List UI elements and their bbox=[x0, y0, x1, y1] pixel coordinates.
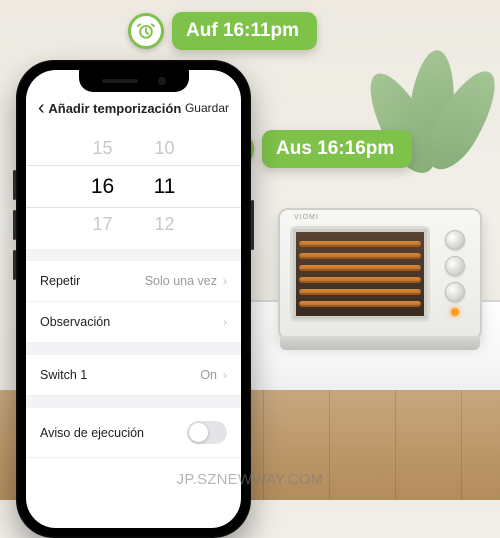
row-value: On bbox=[200, 368, 217, 382]
oven-brand: VIOMI bbox=[294, 214, 319, 221]
oven-door bbox=[290, 226, 430, 322]
oven-knob bbox=[445, 282, 465, 302]
time-picker[interactable]: 1510 1611 1712 bbox=[26, 128, 241, 249]
oven-knob bbox=[445, 230, 465, 250]
row-notify[interactable]: Aviso de ejecución bbox=[26, 408, 241, 458]
oven-indicator-light bbox=[451, 308, 459, 316]
alarm-icon bbox=[128, 13, 164, 49]
page-title: Añadir temporización bbox=[48, 101, 181, 116]
row-repeat[interactable]: Repetir Solo una vez › bbox=[26, 261, 241, 302]
row-label: Aviso de ejecución bbox=[40, 426, 144, 440]
notify-toggle[interactable] bbox=[187, 421, 227, 444]
row-switch1[interactable]: Switch 1 On › bbox=[26, 355, 241, 396]
settings-list: Repetir Solo una vez › Observación › Swi… bbox=[26, 249, 241, 458]
back-button[interactable]: ‹ bbox=[38, 98, 45, 118]
picker-next: 1712 bbox=[26, 210, 241, 239]
row-label: Observación bbox=[40, 315, 110, 329]
phone-screen: ‹ Añadir temporización Guardar 1510 1611… bbox=[26, 70, 241, 528]
row-label: Switch 1 bbox=[40, 368, 87, 382]
callout-off-label: Aus 16:16pm bbox=[262, 130, 412, 168]
row-label: Repetir bbox=[40, 274, 80, 288]
callout-on-time: Auf 16:11pm bbox=[128, 12, 317, 50]
watermark: JP.SZNEWWAY.COM bbox=[177, 471, 324, 488]
row-note[interactable]: Observación › bbox=[26, 302, 241, 343]
phone-mockup: ‹ Añadir temporización Guardar 1510 1611… bbox=[16, 60, 251, 538]
toaster-oven: VIOMI bbox=[278, 208, 482, 340]
oven-panel bbox=[436, 224, 474, 322]
chevron-right-icon: › bbox=[223, 315, 227, 329]
phone-notch bbox=[79, 70, 189, 92]
save-button[interactable]: Guardar bbox=[185, 101, 229, 115]
chevron-right-icon: › bbox=[223, 274, 227, 288]
picker-prev: 1510 bbox=[26, 134, 241, 163]
chevron-right-icon: › bbox=[223, 368, 227, 382]
row-value: Solo una vez bbox=[145, 274, 217, 288]
oven-knob bbox=[445, 256, 465, 276]
callout-on-label: Auf 16:11pm bbox=[172, 12, 317, 50]
picker-selected[interactable]: 1611 bbox=[26, 165, 241, 209]
